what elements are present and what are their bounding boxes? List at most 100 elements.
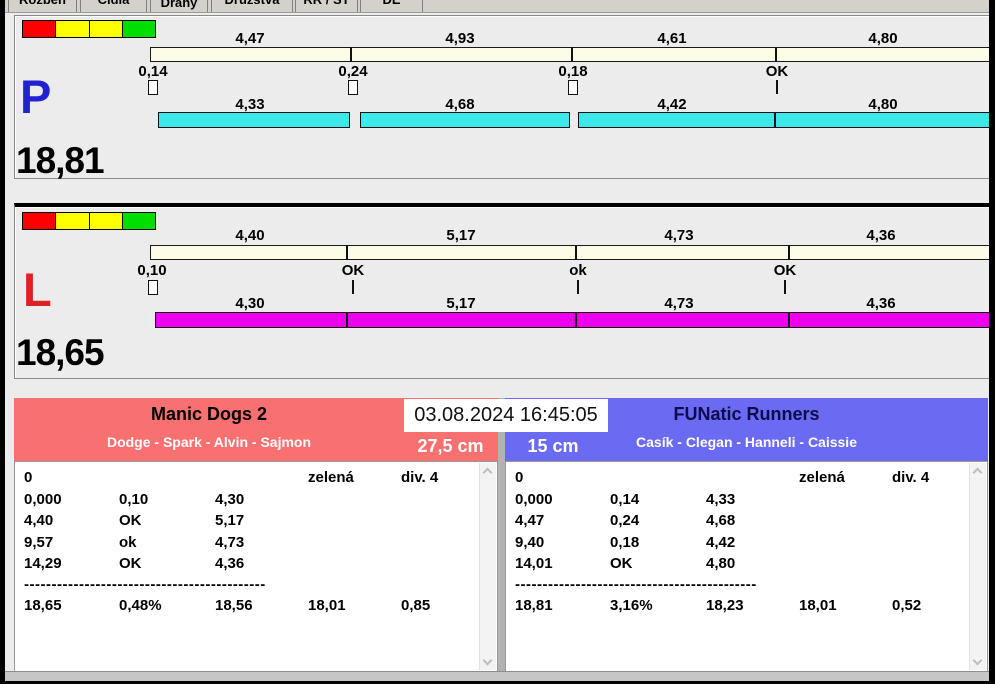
dog-time-label: 4,42 [657,96,687,113]
split-time-label: 4,61 [657,30,687,47]
dog-time-label: 4,33 [235,96,265,113]
bar-divider [788,245,790,260]
scrollbar[interactable] [479,463,496,670]
split-row: 4,40 OK 5,17 [24,512,245,529]
pass-time-label: OK [773,262,797,279]
bar-divider [346,312,348,328]
traffic-light [22,20,156,38]
traffic-red-cell [23,21,56,37]
pass-box-marker [348,80,358,95]
window-border-right [989,0,995,684]
pass-time-label: 0,24 [338,63,368,80]
bar-divider [571,47,573,62]
traffic-yellow2-cell [89,21,122,37]
tab-rozbeh[interactable]: Rozběh [8,0,77,12]
split-row: 9,57 ok 4,73 [24,533,245,551]
split-time-label: 4,40 [235,227,265,244]
traffic-yellow2-cell [89,213,122,229]
summary-row: 18,65 0,48% 18,56 18,01 0,85 [24,596,431,614]
team-results-area[interactable]: 0 zelená div. 4 0,000 0,14 4,33 4,47 0,2… [505,461,988,672]
split-row: 4,47 0,24 4,68 [515,512,736,529]
ok-tick-marker [784,280,786,294]
dog-time-label: 5,17 [446,295,476,312]
app-window: Rozběh Čidla Dráhy Družstva RR / ST DE 4… [0,0,995,684]
split-time-label: 4,36 [866,227,896,244]
bar-divider [774,112,776,128]
lane-letter-p: P [20,70,52,123]
lane-total-time-p: 18,81 [16,140,105,181]
team-dogs: Dodge - Spark - Alvin - Sajmon [106,434,312,450]
traffic-green-cell [122,213,155,229]
ok-tick-marker [577,280,579,294]
traffic-yellow1-cell [56,21,89,37]
tab-de[interactable]: DE [360,0,423,12]
light-status: zelená [308,469,354,486]
split-time-label: 5,17 [446,227,476,244]
bar-divider [350,47,352,62]
separator-line: ----------------------------------------… [515,575,757,593]
bar-divider [346,245,348,260]
lane-total-time-l: 18,65 [16,332,105,373]
split-row: 14,01 OK 4,80 [515,555,736,572]
summary-row: 18,81 3,16% 18,23 18,01 0,52 [515,596,922,614]
scrollbar[interactable] [969,463,986,670]
lane-panel-l: 4,40 5,17 4,73 4,36 0,10 OK ok OK 4,30 5… [14,203,991,379]
split-row: 0,000 0,14 4,33 [515,490,736,508]
split-time-label: 4,93 [445,30,475,47]
dog-time-label: 4,68 [445,96,475,113]
scroll-up-icon[interactable] [482,467,493,478]
heat-number: 0 [515,469,524,486]
split-time-label: 4,73 [664,227,694,244]
dog-time-label: 4,80 [868,96,898,113]
ok-tick-marker [352,280,354,294]
tab-bar: Rozběh Čidla Dráhy Družstva RR / ST DE [5,0,989,13]
pass-box-marker [148,80,158,95]
traffic-green-cell [122,21,155,37]
dog-time-label: 4,36 [866,295,896,312]
scroll-up-icon[interactable] [972,467,983,478]
dog-time-bar-segment [158,112,350,128]
tab-drahy[interactable]: Dráhy [150,0,208,12]
bar-divider [575,245,577,260]
result-status-row: 0 zelená div. 4 [506,467,987,489]
heat-number: 0 [24,469,33,486]
window-border-left [0,0,5,684]
traffic-red-cell [23,213,56,229]
jump-height-right: 15 cm [527,435,579,456]
pass-time-label: 0,14 [138,63,168,80]
dog-time-bar-segment [155,312,991,328]
split-time-label: 4,47 [235,30,265,47]
dog-time-label: 4,30 [235,295,265,312]
split-row: 9,40 0,18 4,42 [515,533,736,551]
tab-rr-st[interactable]: RR / ST [295,0,358,12]
run-progress-bar [150,47,991,62]
bar-divider [575,312,577,328]
pass-time-label: OK [341,262,365,279]
traffic-yellow1-cell [56,213,89,229]
pass-time-label: ok [569,262,587,279]
lane-panel-p: 4,47 4,93 4,61 4,80 0,14 0,24 0,18 OK 4,… [14,15,991,179]
team-results-area[interactable]: 0 zelená div. 4 0,000 0,10 4,30 4,40 OK … [14,461,498,672]
tab-druzstva[interactable]: Družstva [211,0,293,12]
jump-height-left: 27,5 cm [417,435,484,456]
lane-letter-l: L [23,263,52,316]
pass-time-label: 0,10 [137,262,167,279]
bar-divider [775,47,777,62]
pass-time-label: 0,18 [558,63,588,80]
separator-line: ----------------------------------------… [24,575,266,593]
team-name: Manic Dogs 2 [150,404,268,424]
bar-divider [788,312,790,328]
scroll-down-icon[interactable] [482,655,493,666]
pass-box-marker [568,80,578,95]
run-progress-bar [150,245,991,260]
light-status: zelená [799,469,845,486]
pass-box-marker [148,280,158,295]
result-status-row: 0 zelená div. 4 [15,467,497,489]
panel-gap [498,398,505,672]
dog-time-bar-segment [578,112,991,128]
split-time-label: 4,80 [868,30,898,47]
split-row: 0,000 0,10 4,30 [24,490,245,508]
tab-cidla[interactable]: Čidla [80,0,147,12]
dog-time-bar-segment [360,112,570,128]
scroll-down-icon[interactable] [972,655,983,666]
